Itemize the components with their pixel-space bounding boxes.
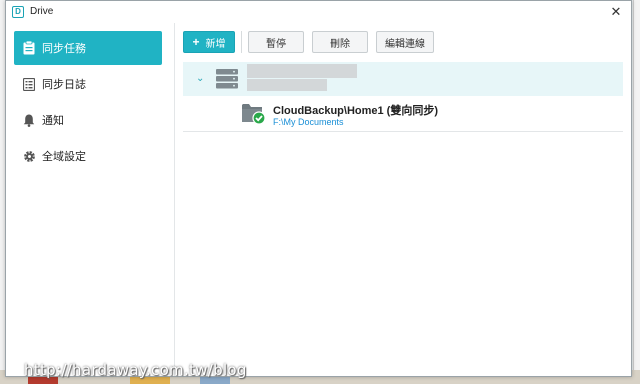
- sidebar-item-label: 全域設定: [42, 151, 86, 163]
- folder-icon: [242, 104, 266, 125]
- plus-icon: +: [192, 35, 200, 49]
- close-button[interactable]: ✕: [607, 3, 625, 21]
- blog-watermark: http://hardaway.com.tw/blog: [24, 361, 247, 379]
- list-icon: [22, 77, 36, 91]
- window-title: Drive: [30, 6, 54, 17]
- pause-button[interactable]: 暫停: [248, 31, 304, 53]
- server-icon: [216, 69, 238, 89]
- bell-icon: [22, 113, 36, 127]
- toolbar-separator: [241, 31, 242, 53]
- sidebar-item-sync-tasks[interactable]: 同步任務: [14, 31, 162, 65]
- background-window-right: [633, 0, 640, 384]
- title-bar[interactable]: D Drive ✕: [6, 1, 631, 23]
- redacted-connection-address: [247, 79, 327, 91]
- sidebar-item-label: 同步日誌: [42, 79, 86, 91]
- sidebar-item-label: 同步任務: [42, 43, 86, 55]
- drive-window: D Drive ✕ 同步任務 同步日誌 通知 全域設定 + 新增 暫停 刪除 編…: [5, 0, 632, 377]
- chevron-down-icon[interactable]: ⌄: [196, 73, 204, 84]
- add-button[interactable]: + 新增: [183, 31, 235, 53]
- task-local-path[interactable]: F:\My Documents: [273, 117, 344, 127]
- connection-group-row[interactable]: ⌄: [183, 62, 623, 96]
- clipboard-icon: [22, 41, 36, 55]
- task-name: CloudBackup\Home1 (雙向同步): [273, 105, 439, 117]
- toolbar: + 新增 暫停 刪除 編輯連線: [183, 31, 434, 53]
- sidebar-item-sync-log[interactable]: 同步日誌: [14, 67, 162, 101]
- add-button-label: 新增: [205, 38, 226, 50]
- sidebar: 同步任務 同步日誌 通知 全域設定: [6, 23, 175, 376]
- sidebar-item-notifications[interactable]: 通知: [14, 103, 162, 137]
- sidebar-item-label: 通知: [42, 115, 64, 127]
- task-row[interactable]: CloudBackup\Home1 (雙向同步) F:\My Documents: [183, 96, 623, 132]
- sidebar-item-global-settings[interactable]: 全域設定: [14, 139, 162, 173]
- main-panel: + 新增 暫停 刪除 編輯連線 ⌄ CloudBackup\Home1 (雙向同…: [175, 23, 631, 376]
- edit-connection-button[interactable]: 編輯連線: [376, 31, 434, 53]
- gear-icon: [22, 149, 36, 163]
- drive-app-icon: D: [12, 6, 24, 18]
- redacted-connection-name: [247, 64, 357, 78]
- delete-button[interactable]: 刪除: [312, 31, 368, 53]
